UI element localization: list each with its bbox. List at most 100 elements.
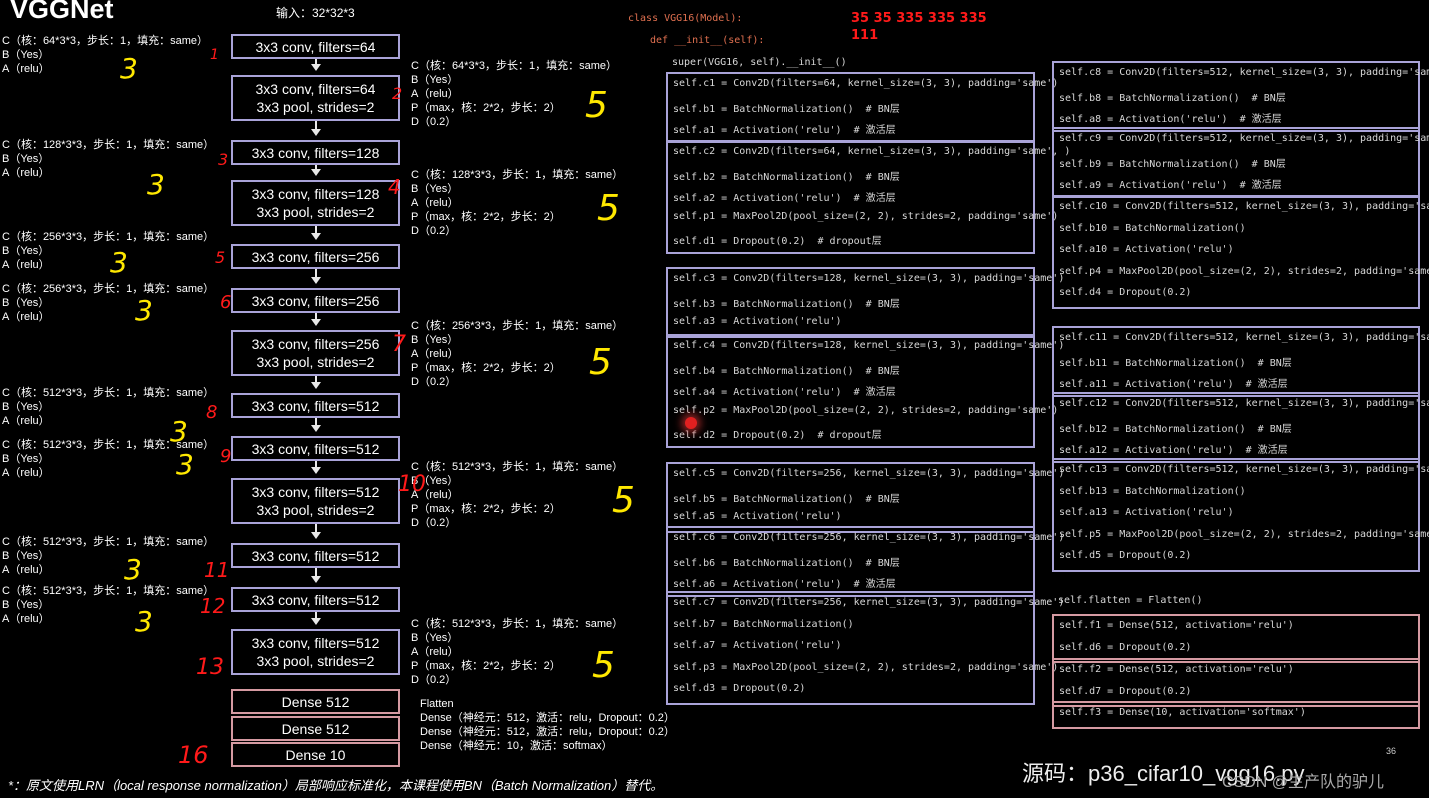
code-line: self.b2 = BatchNormalization() # BN层 bbox=[673, 171, 900, 183]
handwritten-red-number: 8 bbox=[206, 402, 218, 423]
flow-arrow bbox=[311, 612, 321, 625]
code-line: self.a9 = Activation('relu') # 激活层 bbox=[1059, 180, 1282, 192]
code-line: self.b13 = BatchNormalization() bbox=[1059, 485, 1246, 497]
code-block: self.f3 = Dense(10, activation='softmax'… bbox=[1052, 701, 1420, 729]
handwritten-yellow-number: 5 bbox=[592, 645, 615, 686]
flow-arrow bbox=[311, 165, 321, 176]
code-line: self.p1 = MaxPool2D(pool_size=(2, 2), st… bbox=[673, 210, 1059, 222]
code-init-line: def __init__(self): bbox=[650, 35, 765, 46]
handwritten-red-note: 35 35 335 335 335 bbox=[851, 11, 987, 26]
conv-layer-block: 3x3 conv, filters=512 3x3 pool, strides=2 bbox=[231, 629, 400, 675]
code-line: self.c2 = Conv2D(filters=64, kernel_size… bbox=[673, 146, 1071, 157]
dense-layer-block: Dense 10 bbox=[231, 742, 400, 767]
conv-layer-block: 3x3 conv, filters=512 3x3 pool, strides=2 bbox=[231, 478, 400, 524]
conv-layer-block: 3x3 conv, filters=256 bbox=[231, 244, 400, 269]
handwritten-red-number: 11 bbox=[204, 558, 230, 582]
code-line: self.p3 = MaxPool2D(pool_size=(2, 2), st… bbox=[673, 661, 1059, 673]
block-line: 3x3 conv, filters=64 bbox=[255, 81, 376, 97]
code-line: self.d1 = Dropout(0.2) # dropout层 bbox=[673, 236, 882, 248]
block-line: 3x3 conv, filters=256 bbox=[251, 292, 380, 309]
handwritten-yellow-number: 5 bbox=[585, 85, 608, 126]
code-line: self.d7 = Dropout(0.2) bbox=[1059, 685, 1192, 697]
handwritten-yellow-number: 5 bbox=[597, 188, 620, 229]
block-line: 3x3 conv, filters=512 bbox=[251, 397, 380, 414]
code-block: self.c11 = Conv2D(filters=512, kernel_si… bbox=[1052, 326, 1429, 397]
block-line: Dense 512 bbox=[281, 693, 350, 710]
handwritten-red-number: 5 bbox=[215, 248, 226, 267]
code-block: self.c12 = Conv2D(filters=512, kernel_si… bbox=[1052, 392, 1429, 463]
flow-arrow bbox=[311, 568, 321, 583]
code-line: self.a12 = Activation('relu') # 激活层 bbox=[1059, 445, 1288, 457]
right-annotation: C（核：128*3*3，步长：1，填充：same） B（Yes） A（relu）… bbox=[411, 169, 624, 237]
block-line: 3x3 conv, filters=512 bbox=[251, 547, 380, 564]
block-line: 3x3 pool, strides=2 bbox=[256, 354, 375, 370]
code-block: self.c6 = Conv2D(filters=256, kernel_siz… bbox=[666, 526, 1064, 597]
code-line: self.c3 = Conv2D(filters=128, kernel_siz… bbox=[673, 273, 1065, 284]
handwritten-red-number: 3 bbox=[218, 150, 229, 169]
conv-layer-block: 3x3 conv, filters=512 bbox=[231, 587, 400, 612]
flow-arrow bbox=[311, 376, 321, 389]
block-line: 3x3 conv, filters=128 bbox=[251, 186, 380, 202]
code-line: self.c5 = Conv2D(filters=256, kernel_siz… bbox=[673, 468, 1065, 479]
code-line: self.a2 = Activation('relu') # 激活层 bbox=[673, 193, 896, 205]
code-line: self.c13 = Conv2D(filters=512, kernel_si… bbox=[1059, 464, 1429, 475]
code-block: self.c8 = Conv2D(filters=512, kernel_siz… bbox=[1052, 61, 1429, 132]
code-line: self.b5 = BatchNormalization() # BN层 bbox=[673, 493, 900, 505]
flow-arrow bbox=[311, 524, 321, 539]
code-line: self.c1 = Conv2D(filters=64, kernel_size… bbox=[673, 78, 1059, 89]
block-line: 3x3 conv, filters=512 bbox=[251, 635, 380, 651]
code-line: self.d3 = Dropout(0.2) bbox=[673, 683, 806, 695]
block-line: 3x3 pool, strides=2 bbox=[256, 502, 375, 518]
code-line: self.a5 = Activation('relu') bbox=[673, 511, 842, 523]
handwritten-red-number: 1 bbox=[210, 47, 219, 63]
handwritten-yellow-number: 3 bbox=[120, 52, 138, 85]
code-line: self.b7 = BatchNormalization() bbox=[673, 618, 854, 630]
code-line: self.a11 = Activation('relu') # 激活层 bbox=[1059, 379, 1288, 391]
code-line: self.f3 = Dense(10, activation='softmax'… bbox=[1059, 707, 1306, 718]
handwritten-red-number: 2 bbox=[392, 84, 403, 103]
handwritten-red-number: 16 bbox=[178, 741, 209, 769]
block-line: 3x3 conv, filters=512 bbox=[251, 440, 380, 457]
block-line: 3x3 conv, filters=512 bbox=[251, 484, 380, 500]
code-line: self.b4 = BatchNormalization() # BN层 bbox=[673, 365, 900, 377]
code-super-line: super(VGG16, self).__init__() bbox=[672, 57, 847, 68]
code-block: self.c9 = Conv2D(filters=512, kernel_siz… bbox=[1052, 127, 1429, 198]
flow-arrow bbox=[311, 461, 321, 474]
code-line: self.c9 = Conv2D(filters=512, kernel_siz… bbox=[1059, 133, 1429, 144]
code-line: self.a4 = Activation('relu') # 激活层 bbox=[673, 387, 896, 399]
code-class-line: class VGG16(Model): bbox=[628, 13, 743, 24]
flow-arrow bbox=[311, 313, 321, 326]
page-number: 36 bbox=[1386, 746, 1397, 756]
left-annotation: C（核：128*3*3，步长：1，填充：same） B（Yes） A（relu） bbox=[2, 139, 215, 179]
watermark: CSDN @生产队的驴儿 bbox=[1222, 774, 1385, 791]
left-annotation: C（核：256*3*3，步长：1，填充：same） B（Yes） A（relu） bbox=[2, 231, 215, 271]
code-line: self.b9 = BatchNormalization() # BN层 bbox=[1059, 158, 1286, 170]
code-line: self.b11 = BatchNormalization() # BN层 bbox=[1059, 357, 1292, 369]
code-line: self.d5 = Dropout(0.2) bbox=[1059, 550, 1192, 562]
block-line: 3x3 conv, filters=512 bbox=[251, 591, 380, 608]
block-line: 3x3 conv, filters=256 bbox=[251, 248, 380, 265]
code-line: self.b1 = BatchNormalization() # BN层 bbox=[673, 103, 900, 115]
handwritten-red-number: 9 bbox=[220, 446, 232, 467]
code-block: self.c4 = Conv2D(filters=128, kernel_siz… bbox=[666, 334, 1064, 448]
handwritten-yellow-number: 3 bbox=[135, 294, 153, 327]
code-line: self.a3 = Activation('relu') bbox=[673, 316, 842, 328]
flow-arrow bbox=[311, 269, 321, 284]
block-line: 3x3 conv, filters=256 bbox=[251, 336, 380, 352]
handwritten-yellow-number: 3 bbox=[124, 553, 142, 586]
code-block: self.c7 = Conv2D(filters=256, kernel_siz… bbox=[666, 591, 1064, 705]
code-line: self.a10 = Activation('relu') bbox=[1059, 244, 1234, 256]
code-line: self.p4 = MaxPool2D(pool_size=(2, 2), st… bbox=[1059, 265, 1429, 277]
conv-layer-block: 3x3 conv, filters=64 3x3 pool, strides=2 bbox=[231, 75, 400, 121]
code-line: self.a6 = Activation('relu') # 激活层 bbox=[673, 579, 896, 591]
handwritten-yellow-number: 5 bbox=[612, 480, 635, 521]
flow-arrow bbox=[311, 418, 321, 432]
code-line: self.b10 = BatchNormalization() bbox=[1059, 222, 1246, 234]
handwritten-yellow-number: 3 bbox=[110, 246, 128, 279]
conv-layer-block: 3x3 conv, filters=64 bbox=[231, 34, 400, 59]
conv-layer-block: 3x3 conv, filters=512 bbox=[231, 543, 400, 568]
code-line: self.c4 = Conv2D(filters=128, kernel_siz… bbox=[673, 340, 1065, 351]
handwritten-red-number: 10 bbox=[398, 472, 426, 497]
code-block: self.c13 = Conv2D(filters=512, kernel_si… bbox=[1052, 458, 1429, 572]
handwritten-yellow-number: 3 bbox=[176, 448, 194, 481]
